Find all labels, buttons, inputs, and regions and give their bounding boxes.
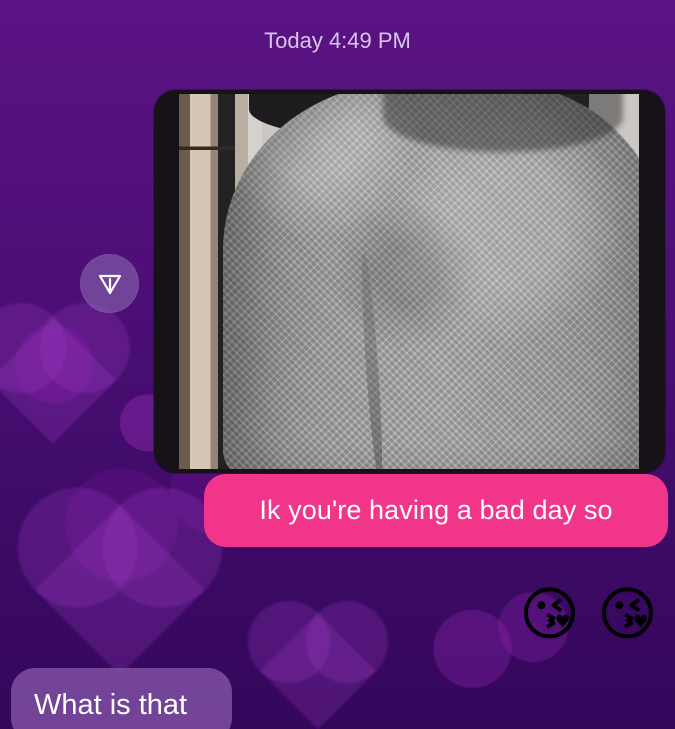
background-heart	[0, 316, 117, 444]
share-icon	[98, 274, 121, 294]
message-timestamp: Today 4:49 PM	[264, 28, 411, 53]
sent-photo[interactable]	[179, 94, 639, 469]
photo-gray-leggings	[223, 94, 639, 469]
background-heart	[260, 613, 376, 729]
kiss-face-emoji[interactable]: 😘	[517, 582, 582, 647]
kiss-face-emoji[interactable]: 😘	[595, 582, 660, 647]
received-message-bubble[interactable]: What is that	[11, 668, 232, 729]
share-button[interactable]	[80, 254, 139, 313]
sent-message-bubble[interactable]: Ik you're having a bad day so	[204, 474, 668, 547]
background-heart	[35, 505, 205, 675]
image-message[interactable]	[154, 90, 665, 473]
